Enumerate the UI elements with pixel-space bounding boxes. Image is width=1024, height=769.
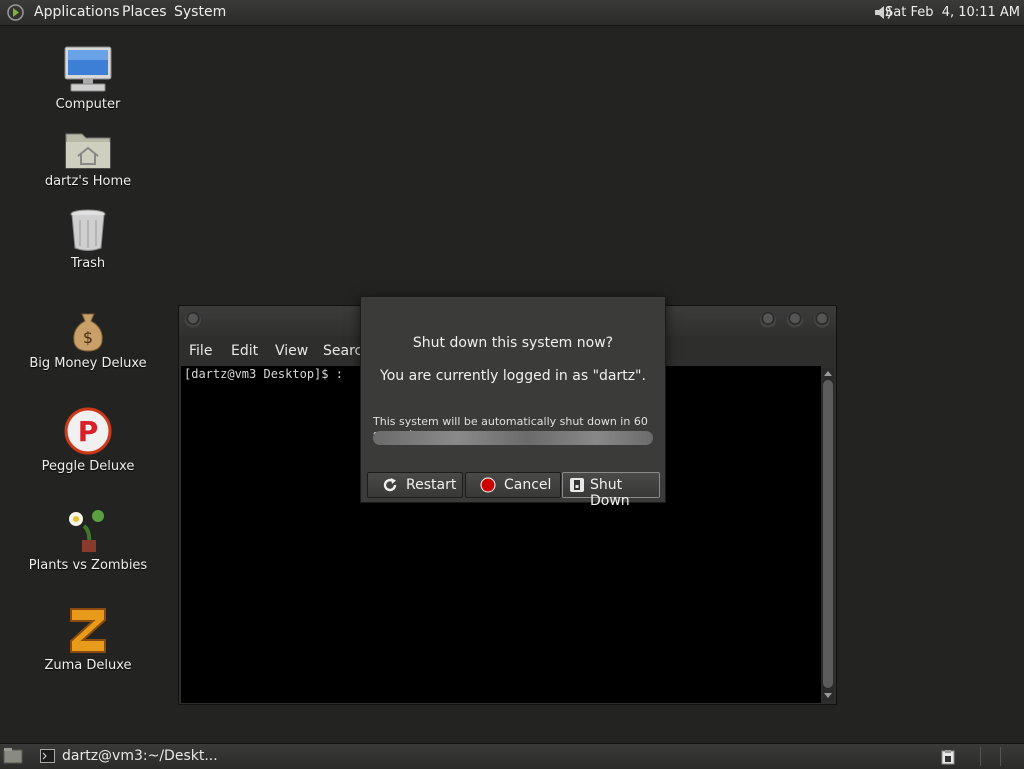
cancel-icon	[480, 477, 496, 493]
desktop-icon-big-money[interactable]: $ Big Money Deluxe	[18, 310, 158, 371]
system-menu[interactable]: System	[174, 4, 226, 20]
scroll-down-icon[interactable]	[824, 693, 832, 698]
money-bag-icon: $	[73, 313, 103, 352]
taskbar-window-title: dartz@vm3:~/Deskt...	[62, 748, 218, 764]
progress-fill	[373, 431, 653, 445]
close-button[interactable]	[814, 312, 830, 328]
clipboard-icon[interactable]	[940, 749, 956, 765]
shell-prompt: [dartz@vm3 Desktop]$ :	[184, 367, 343, 381]
menu-view[interactable]: View	[275, 343, 308, 359]
home-folder-icon	[65, 133, 111, 169]
desktop-icon-label: Trash	[70, 256, 106, 271]
svg-text:$: $	[83, 328, 93, 347]
window-menu-button[interactable]	[185, 312, 201, 328]
gnome-foot-icon[interactable]	[7, 4, 24, 21]
applications-menu[interactable]: Applications	[34, 4, 120, 20]
taskbar-terminal-button[interactable]: dartz@vm3:~/Deskt...	[36, 744, 236, 769]
desktop-icon-label: dartz's Home	[44, 174, 132, 189]
cancel-button[interactable]: Cancel	[465, 472, 561, 498]
desktop-icon-plants[interactable]: Plants vs Zombies	[18, 506, 158, 573]
menu-edit[interactable]: Edit	[231, 343, 258, 359]
show-desktop-icon[interactable]	[3, 747, 23, 765]
shutdown-dialog: Shut down this system now? You are curre…	[360, 296, 666, 509]
zuma-icon	[70, 608, 106, 653]
terminal-icon	[40, 749, 55, 763]
peggle-icon: P	[64, 407, 112, 455]
desktop-icon-label: Big Money Deluxe	[29, 356, 147, 371]
places-menu[interactable]: Places	[122, 4, 167, 20]
maximize-button[interactable]	[787, 312, 803, 328]
svg-text:P: P	[78, 415, 99, 448]
panel-separator	[980, 747, 981, 766]
scroll-thumb[interactable]	[823, 380, 833, 688]
desktop-icon-trash[interactable]: Trash	[18, 208, 158, 271]
plants-icon	[69, 510, 104, 553]
shutdown-icon	[570, 478, 584, 492]
desktop-icon-zuma[interactable]: Zuma Deluxe	[18, 606, 158, 673]
trash-icon	[70, 209, 106, 251]
minimize-button[interactable]	[760, 312, 776, 328]
desktop-icon-peggle[interactable]: P Peggle Deluxe	[18, 407, 158, 474]
computer-icon	[64, 46, 112, 92]
scroll-up-icon[interactable]	[824, 371, 832, 376]
desktop-icon-label: Peggle Deluxe	[41, 459, 135, 474]
logged-in-text: You are currently logged in as "dartz".	[380, 368, 646, 384]
desktop-icon-label: Computer	[55, 97, 121, 112]
bottom-panel: dartz@vm3:~/Deskt...	[0, 743, 1024, 769]
desktop-icon-home[interactable]: dartz's Home	[18, 128, 158, 189]
panel-separator	[1000, 747, 1001, 766]
top-panel: Applications Places System Sat Feb 4, 10…	[0, 0, 1024, 26]
desktop-icon-label: Zuma Deluxe	[44, 658, 132, 673]
desktop-icon-computer[interactable]: Computer	[18, 45, 158, 112]
shutdown-button[interactable]: Shut Down	[562, 472, 660, 509]
restart-button[interactable]: Restart	[367, 472, 463, 498]
desktop-icon-label: Plants vs Zombies	[28, 558, 148, 573]
clock[interactable]: Sat Feb 4, 10:11 AM	[885, 5, 1020, 20]
dialog-title: Shut down this system now?	[412, 335, 614, 351]
restart-icon	[383, 478, 397, 492]
menu-file[interactable]: File	[189, 343, 212, 359]
terminal-scrollbar[interactable]	[822, 368, 834, 701]
countdown-progress	[373, 431, 653, 445]
